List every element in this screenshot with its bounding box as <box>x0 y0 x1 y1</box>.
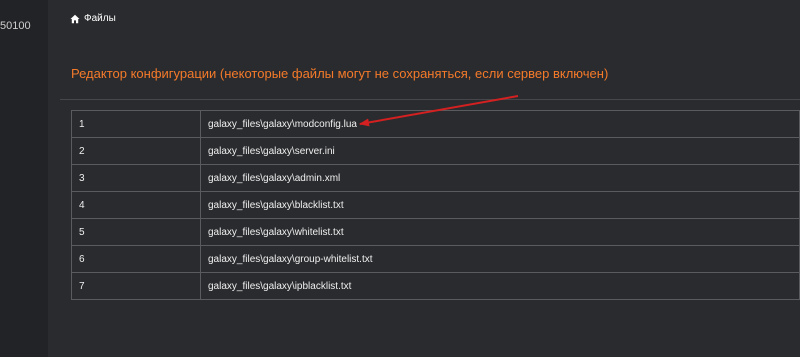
file-number: 2 <box>71 137 201 165</box>
config-file-table: 1 galaxy_files\galaxy\modconfig.lua 2 galax… <box>71 110 800 300</box>
main-content: Файлы Редактор конфигурации (некоторые ф… <box>48 0 800 357</box>
home-icon <box>70 14 80 23</box>
file-path-link[interactable]: galaxy_files\galaxy\whitelist.txt <box>200 218 800 246</box>
server-id-label: 50100 <box>0 20 31 32</box>
file-number: 3 <box>71 164 201 192</box>
file-row[interactable]: 2 galaxy_files\galaxy\server.ini <box>71 137 800 165</box>
breadcrumb-label: Файлы <box>84 13 116 24</box>
file-row[interactable]: 5 galaxy_files\galaxy\whitelist.txt <box>71 218 800 246</box>
file-row[interactable]: 6 galaxy_files\galaxy\group-whitelist.txt <box>71 245 800 273</box>
file-row[interactable]: 7 galaxy_files\galaxy\ipblacklist.txt <box>71 272 800 300</box>
file-path-link[interactable]: galaxy_files\galaxy\blacklist.txt <box>200 191 800 219</box>
file-path-link[interactable]: galaxy_files\galaxy\modconfig.lua <box>200 110 800 138</box>
file-path-link[interactable]: galaxy_files\galaxy\server.ini <box>200 137 800 165</box>
breadcrumb[interactable]: Файлы <box>70 13 116 24</box>
file-number: 4 <box>71 191 201 219</box>
file-path-link[interactable]: galaxy_files\galaxy\admin.xml <box>200 164 800 192</box>
file-row[interactable]: 3 galaxy_files\galaxy\admin.xml <box>71 164 800 192</box>
file-number: 5 <box>71 218 201 246</box>
sidebar: 50100 <box>0 0 48 357</box>
file-path-link[interactable]: galaxy_files\galaxy\ipblacklist.txt <box>200 272 800 300</box>
file-number: 7 <box>71 272 201 300</box>
file-number: 6 <box>71 245 201 273</box>
file-path-link[interactable]: galaxy_files\galaxy\group-whitelist.txt <box>200 245 800 273</box>
file-number: 1 <box>71 110 201 138</box>
file-row[interactable]: 4 galaxy_files\galaxy\blacklist.txt <box>71 191 800 219</box>
divider <box>60 99 800 100</box>
file-row[interactable]: 1 galaxy_files\galaxy\modconfig.lua <box>71 110 800 138</box>
page-title: Редактор конфигурации (некоторые файлы м… <box>71 66 609 81</box>
